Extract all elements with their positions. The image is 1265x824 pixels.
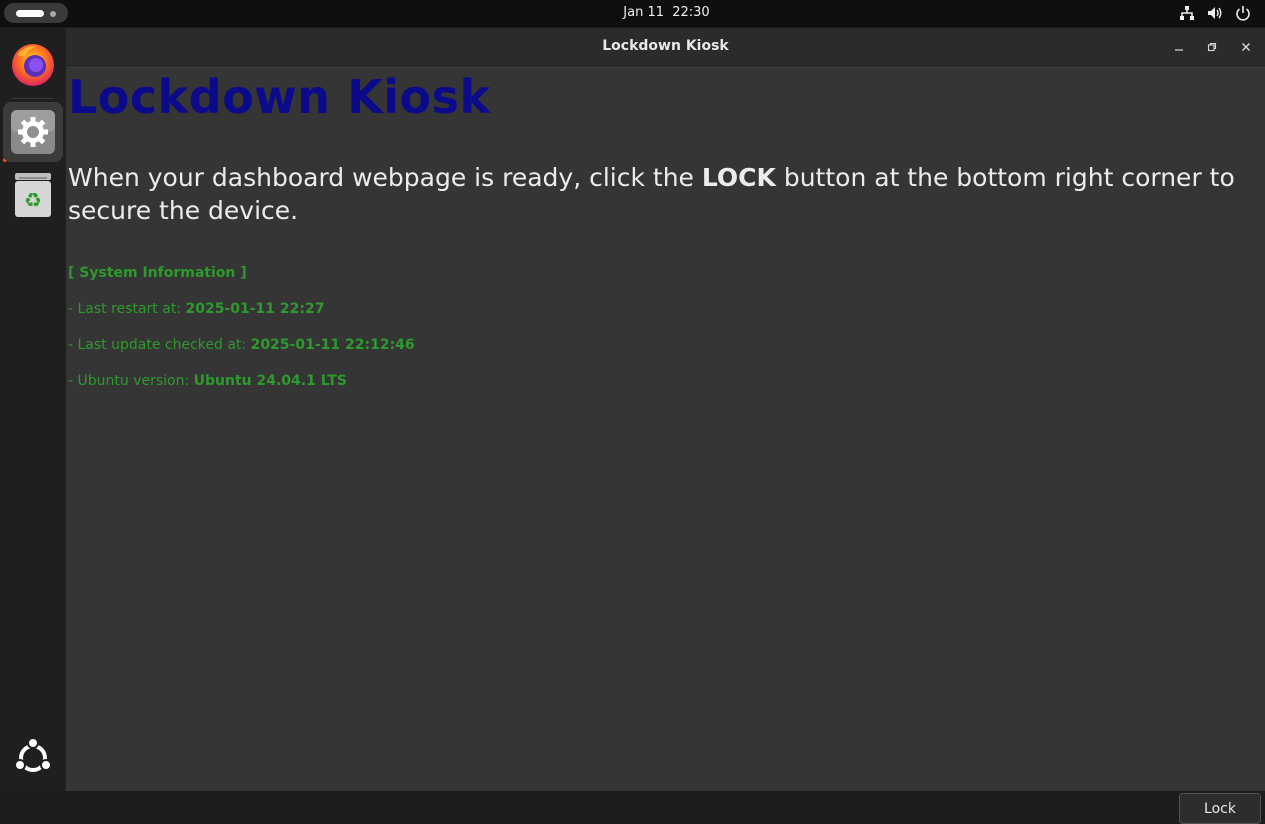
page-title: Lockdown Kiosk [68, 70, 491, 124]
last-restart-label: - Last restart at: [68, 301, 186, 317]
dock-separator [12, 98, 54, 99]
instruction-text: When your dashboard webpage is ready, cl… [68, 161, 1263, 227]
last-update-label: - Last update checked at: [68, 337, 251, 353]
instruction-emphasis: LOCK [701, 163, 776, 192]
firefox-icon[interactable] [3, 35, 63, 95]
settings-icon[interactable] [3, 102, 63, 162]
dock: ♻ [0, 27, 67, 791]
app-window: Lockdown Kiosk Lockdown Kiosk When your … [66, 28, 1265, 824]
kiosk-content: Lockdown Kiosk When your dashboard webpa… [68, 66, 1263, 824]
clock[interactable]: Jan 11 22:30 [0, 0, 1265, 27]
instruction-before: When your dashboard webpage is ready, cl… [68, 163, 702, 192]
last-restart-value: 2025-01-11 22:27 [185, 301, 325, 317]
ubuntu-version-value: Ubuntu 24.04.1 LTS [193, 373, 347, 389]
title-bar[interactable]: Lockdown Kiosk [66, 28, 1265, 66]
maximize-button[interactable] [1203, 38, 1221, 56]
close-button[interactable] [1237, 38, 1255, 56]
minimize-button[interactable] [1170, 38, 1188, 56]
ubuntu-version-line: - Ubuntu version: Ubuntu 24.04.1 LTS [68, 373, 347, 389]
power-icon[interactable] [1235, 5, 1251, 21]
last-restart-line: - Last restart at: 2025-01-11 22:27 [68, 301, 324, 317]
system-info-title: [ System Information ] [68, 265, 247, 281]
top-bar: Jan 11 22:30 [0, 0, 1265, 27]
volume-icon[interactable] [1207, 5, 1223, 21]
svg-text:♻: ♻ [24, 188, 42, 212]
window-title: Lockdown Kiosk [602, 38, 729, 54]
trash-icon[interactable]: ♻ [3, 165, 63, 225]
last-update-value: 2025-01-11 22:12:46 [250, 337, 415, 353]
last-update-line: - Last update checked at: 2025-01-11 22:… [68, 337, 415, 353]
ubuntu-logo-icon[interactable] [13, 737, 53, 778]
system-tray[interactable] [1179, 4, 1251, 22]
lock-button[interactable]: Lock [1179, 793, 1261, 824]
ubuntu-version-label: - Ubuntu version: [68, 373, 194, 389]
network-icon[interactable] [1179, 5, 1195, 21]
